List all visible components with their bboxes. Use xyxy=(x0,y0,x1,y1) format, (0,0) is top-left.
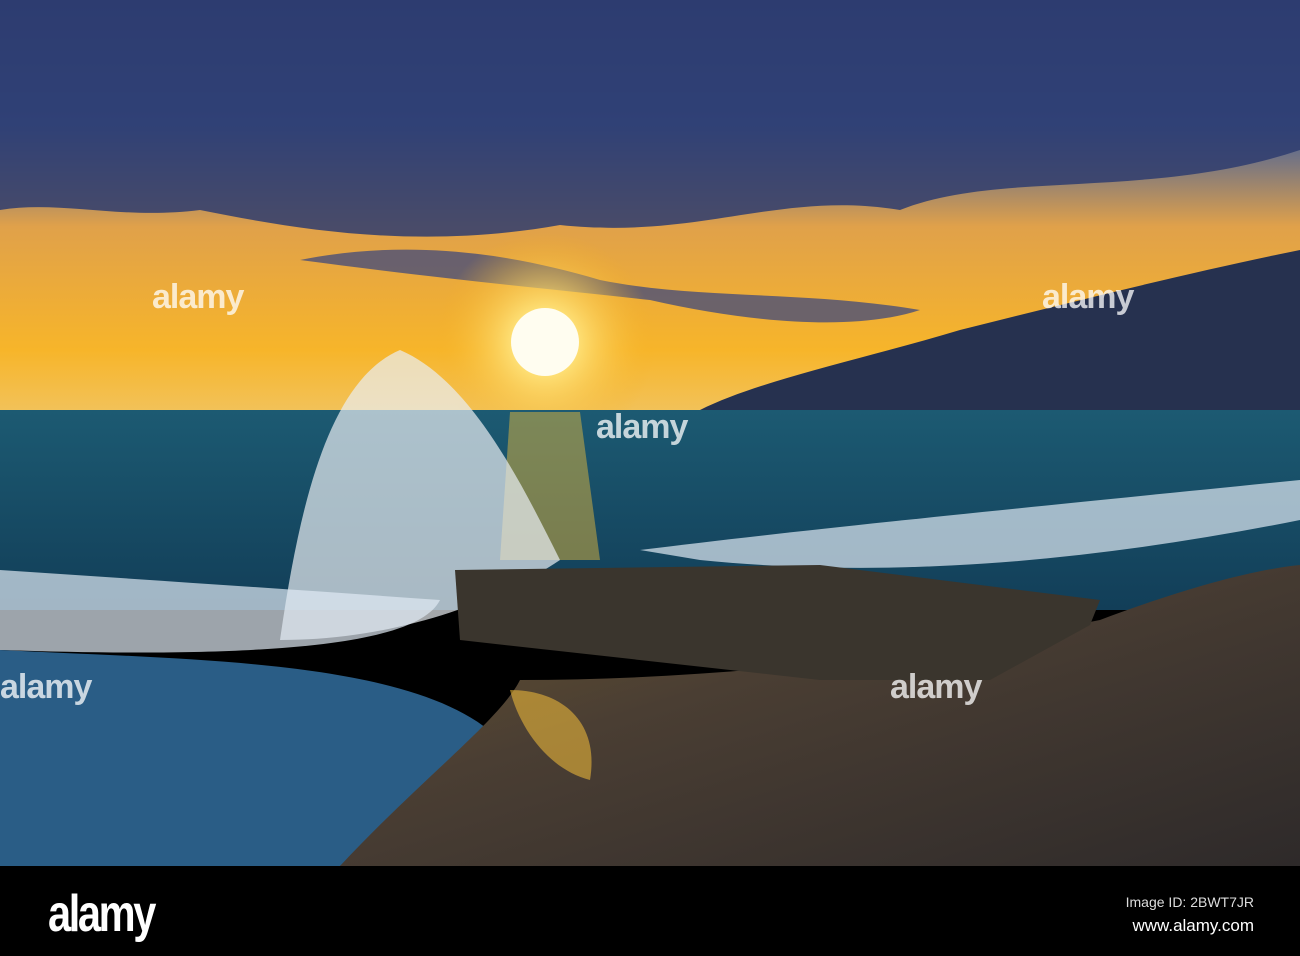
sun xyxy=(511,308,579,376)
website-url: www.alamy.com xyxy=(1132,916,1254,935)
watermark-text: alamy xyxy=(152,278,244,316)
alamy-logo: alamy xyxy=(48,885,156,943)
watermark-text: alamy xyxy=(1042,278,1134,316)
footer-bar: alamy Image ID: 2BWT7JR www.alamy.com xyxy=(0,866,1300,956)
photo-frame: alamy alamy alamy alamy alamy alamy Imag… xyxy=(0,0,1300,956)
watermark-text: alamy xyxy=(596,408,688,446)
image-id: Image ID: 2BWT7JR xyxy=(1125,894,1254,910)
watermark-text: alamy xyxy=(0,668,92,706)
watermark-text: alamy xyxy=(890,668,982,706)
